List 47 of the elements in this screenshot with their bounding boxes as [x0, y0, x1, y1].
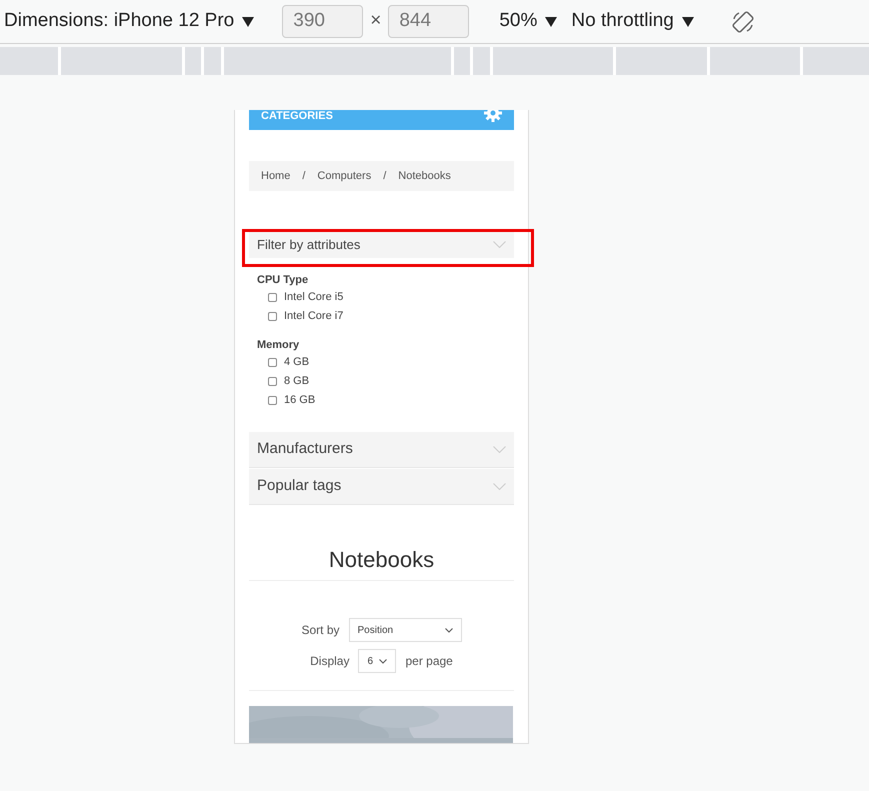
- width-field[interactable]: 390: [282, 5, 364, 38]
- media-query-bar[interactable]: [185, 47, 202, 75]
- media-query-bar[interactable]: [60, 47, 182, 75]
- chevron-down-icon: [444, 628, 452, 632]
- media-query-bar[interactable]: [492, 47, 614, 75]
- zoom-dropdown[interactable]: 50%: [499, 7, 558, 36]
- breadcrumb-separator: /: [383, 168, 386, 184]
- chevron-down-icon: [493, 241, 506, 248]
- device-dropdown[interactable]: Dimensions: iPhone 12 Pro: [4, 7, 254, 36]
- filter-group-title: Memory: [257, 338, 300, 353]
- media-query-bar[interactable]: [616, 47, 707, 75]
- collapsible-panel-header[interactable]: Manufacturers: [249, 432, 514, 468]
- caret-icon: [242, 16, 254, 26]
- throttling-dropdown[interactable]: No throttling: [571, 7, 694, 36]
- chevron-down-icon: [379, 658, 388, 664]
- filter-option[interactable]: Intel Core i7: [257, 307, 506, 326]
- media-query-bar[interactable]: [473, 47, 490, 75]
- chevron-down-icon: [493, 483, 506, 490]
- breadcrumb-separator: /: [302, 168, 306, 184]
- breadcrumb-link[interactable]: Notebooks: [398, 168, 451, 184]
- media-query-bar[interactable]: [0, 47, 58, 75]
- sort-label: Sort by: [301, 622, 340, 639]
- sort-dropdown[interactable]: Position: [348, 618, 462, 642]
- chevron-down-icon: [493, 446, 506, 453]
- filter-option[interactable]: Intel Core i5: [257, 288, 506, 307]
- media-query-bar[interactable]: [224, 47, 452, 75]
- breadcrumb-link[interactable]: Home: [261, 168, 290, 184]
- media-query-bar[interactable]: [803, 47, 869, 75]
- height-field[interactable]: 844: [388, 5, 470, 38]
- per-page-label: per page: [405, 653, 453, 670]
- media-query-bar[interactable]: [710, 47, 800, 75]
- filter-option[interactable]: 8 GB: [257, 372, 506, 391]
- collapsible-panel-header[interactable]: Popular tags: [249, 469, 514, 505]
- media-query-bar[interactable]: [454, 47, 470, 75]
- filter-option[interactable]: 16 GB: [257, 391, 506, 410]
- filter-option[interactable]: 4 GB: [257, 353, 506, 372]
- caret-icon: [545, 16, 558, 26]
- caret-icon: [682, 16, 694, 26]
- filter-header[interactable]: Filter by attributes: [249, 231, 514, 258]
- media-query-bar[interactable]: [204, 47, 221, 75]
- times-sign: ×: [370, 9, 382, 34]
- rotate-button[interactable]: [730, 8, 756, 34]
- page-size-dropdown[interactable]: 6: [358, 649, 396, 673]
- display-label: Display: [310, 653, 350, 670]
- breadcrumb-link[interactable]: Computers: [317, 168, 372, 184]
- page-title: Notebooks: [328, 546, 436, 574]
- filter-group-title: CPU Type: [257, 273, 310, 288]
